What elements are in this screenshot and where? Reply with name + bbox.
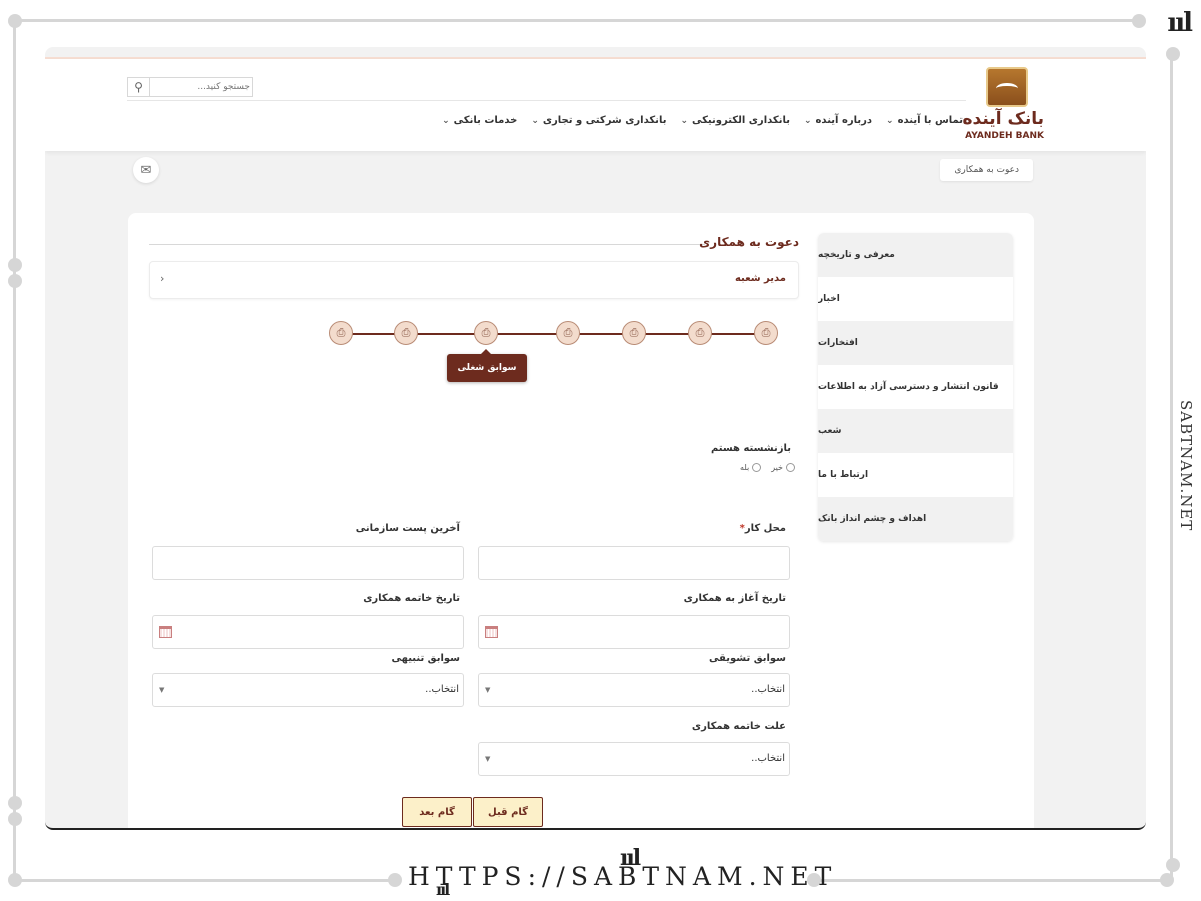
- workplace-input[interactable]: [478, 546, 790, 580]
- breadcrumb[interactable]: دعوت به همکاری: [940, 159, 1033, 181]
- title-divider: [149, 244, 705, 245]
- frame-dot: [8, 14, 22, 28]
- radio-yes-circle[interactable]: [752, 463, 762, 472]
- frame-dot: [1166, 858, 1180, 872]
- step-printer-icon[interactable]: ⎙: [329, 321, 353, 345]
- end-reason-label: علت خاتمه همکاری: [691, 721, 786, 732]
- sidebar-item-news[interactable]: اخبار: [818, 277, 1013, 321]
- sidebar-menu: معرفی و تاریخچه اخبار افتخارات قانون انت…: [818, 233, 1013, 541]
- sidebar-item-branches[interactable]: شعب: [818, 409, 1013, 453]
- step-tooltip: سوابق شغلی: [447, 349, 527, 382]
- start-date-label: تاریخ آغاز به همکاری: [683, 593, 786, 604]
- end-reason-select[interactable]: انتخاب.. ▼: [478, 742, 790, 776]
- last-post-label: آخرین پست سازمانی: [355, 523, 460, 534]
- workplace-label: محل کار*: [739, 523, 786, 534]
- frame-dot: [388, 873, 402, 887]
- chevron-right-icon: ›: [160, 272, 165, 285]
- frame-line-top: [16, 19, 1140, 22]
- disciplinary-label: سوابق تنبیهی: [391, 653, 460, 664]
- radio-yes[interactable]: بله: [740, 463, 762, 472]
- disciplinary-select-value: انتخاب..: [425, 684, 459, 695]
- retired-label: بازنشسته هستم: [710, 443, 791, 454]
- frame-line-bottom-left: [16, 879, 394, 882]
- step-printer-icon[interactable]: ⎙: [474, 321, 498, 345]
- content-card: معرفی و تاریخچه اخبار افتخارات قانون انت…: [128, 213, 1034, 828]
- radio-no[interactable]: خیر: [771, 463, 795, 472]
- chevron-down-icon: ⌄: [886, 116, 894, 126]
- sidebar-item-contact[interactable]: ارتباط با ما: [818, 453, 1013, 497]
- bank-logo-icon[interactable]: [986, 67, 1028, 107]
- nav-item-about[interactable]: درباره آینده⌄: [804, 115, 872, 126]
- header-divider: [127, 100, 966, 101]
- main-nav: خدمات بانکی⌄ بانکداری شرکتی و تجاری⌄ بان…: [442, 115, 963, 126]
- end-date-input[interactable]: [152, 615, 464, 649]
- nav-item-e-banking[interactable]: بانکداری الکترونیکی⌄: [680, 115, 790, 126]
- position-label: مدیر شعبه: [734, 273, 786, 284]
- chevron-down-icon: ⌄: [531, 116, 539, 126]
- sabtnam-logo-icon: ııl: [436, 880, 450, 899]
- disciplinary-select[interactable]: انتخاب.. ▼: [152, 673, 464, 707]
- search-input[interactable]: [150, 79, 250, 95]
- last-post-input[interactable]: [152, 546, 464, 580]
- calendar-icon[interactable]: [485, 626, 498, 638]
- dropdown-arrow-icon: ▼: [485, 755, 491, 763]
- frame-line-bottom-right: [814, 879, 1170, 882]
- step-printer-icon[interactable]: ⎙: [622, 321, 646, 345]
- bank-logo-en[interactable]: AYANDEH BANK: [965, 131, 1044, 141]
- end-date-label: تاریخ خاتمه همکاری: [363, 593, 460, 604]
- incentive-label: سوابق تشویقی: [708, 653, 786, 664]
- next-step-button[interactable]: گام بعد: [402, 797, 472, 827]
- watermark-side-text: SABTNAM.NET: [1177, 400, 1195, 532]
- end-reason-select-value: انتخاب..: [751, 753, 785, 764]
- frame-dot: [8, 812, 22, 826]
- search-icon[interactable]: ⚲: [128, 78, 150, 96]
- frame-dot: [1160, 873, 1174, 887]
- sidebar-item-honors[interactable]: افتخارات: [818, 321, 1013, 365]
- chevron-down-icon: ⌄: [803, 116, 812, 126]
- step-printer-icon[interactable]: ⎙: [394, 321, 418, 345]
- prev-step-button[interactable]: گام قبل: [473, 797, 543, 827]
- bank-logo-text[interactable]: بانک آینده: [963, 109, 1044, 129]
- dropdown-arrow-icon: ▼: [159, 686, 165, 694]
- sabtnam-logo-icon: ııl: [1167, 8, 1193, 38]
- nav-item-banking-services[interactable]: خدمات بانکی⌄: [442, 115, 517, 126]
- frame-line-right: [1170, 60, 1173, 880]
- frame-dot: [8, 258, 22, 272]
- sidebar-item-history[interactable]: معرفی و تاریخچه: [818, 233, 1013, 277]
- frame-line-left: [13, 22, 16, 880]
- form-title: دعوت به همکاری: [699, 235, 799, 249]
- chevron-down-icon: ⌄: [442, 116, 450, 126]
- nav-item-contact[interactable]: تماس با آینده⌄: [886, 115, 963, 126]
- frame-dot: [8, 796, 22, 810]
- search-box: ⚲: [127, 77, 253, 97]
- radio-no-circle[interactable]: [786, 463, 795, 472]
- frame-dot: [1166, 47, 1180, 61]
- position-accordion[interactable]: مدیر شعبه ›: [149, 261, 799, 299]
- step-printer-icon[interactable]: ⎙: [688, 321, 712, 345]
- dropdown-arrow-icon: ▼: [485, 686, 491, 694]
- sidebar-item-information-law[interactable]: قانون انتشار و دسترسی آزاد به اطلاعات: [818, 365, 1013, 409]
- frame-dot: [8, 873, 22, 887]
- nav-item-corporate-banking[interactable]: بانکداری شرکتی و تجاری⌄: [531, 115, 666, 126]
- calendar-icon[interactable]: [159, 626, 172, 638]
- form-stepper: ⎙ ⎙ ⎙ ⎙ ⎙ ⎙ ⎙: [329, 319, 779, 349]
- incentive-select-value: انتخاب..: [751, 684, 785, 695]
- frame-dot: [8, 274, 22, 288]
- start-date-input[interactable]: [478, 615, 790, 649]
- mail-icon[interactable]: ✉: [133, 157, 159, 183]
- site-header: بانک آینده AYANDEH BANK ⚲ خدمات بانکی⌄ ب…: [45, 59, 1146, 151]
- retired-radio-group: بله خیر: [740, 463, 795, 472]
- chevron-down-icon: ⌄: [680, 116, 688, 126]
- sabtnam-logo-icon: ııl: [620, 845, 641, 871]
- step-printer-icon[interactable]: ⎙: [754, 321, 778, 345]
- step-printer-icon[interactable]: ⎙: [556, 321, 580, 345]
- sidebar-item-goals[interactable]: اهداف و چشم انداز بانک: [818, 497, 1013, 541]
- browser-window: بانک آینده AYANDEH BANK ⚲ خدمات بانکی⌄ ب…: [45, 47, 1146, 830]
- incentive-select[interactable]: انتخاب.. ▼: [478, 673, 790, 707]
- frame-dot: [1132, 14, 1146, 28]
